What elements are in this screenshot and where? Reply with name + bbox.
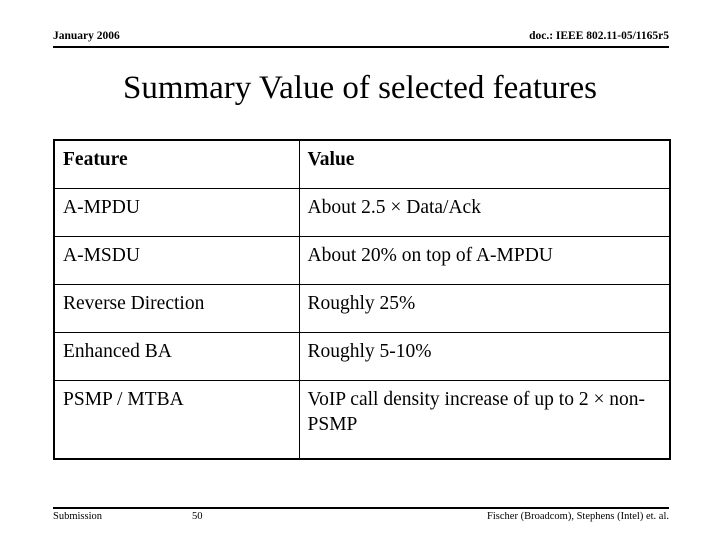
header-document-id: doc.: IEEE 802.11-05/1165r5 (529, 30, 669, 42)
cell-value: Roughly 5-10% (298, 332, 671, 381)
footer-page-number: 50 (192, 511, 203, 522)
table-row: Enhanced BA Roughly 5-10% (53, 332, 671, 381)
page-title: Summary Value of selected features (122, 70, 598, 106)
footer-submission-label: Submission (53, 511, 103, 522)
slide-footer: Submission 50 Fischer (Broadcom), Stephe… (53, 511, 669, 527)
features-table-container: Feature Value A-MPDU About 2.5 × Data/Ac… (53, 139, 671, 460)
table-row: A-MPDU About 2.5 × Data/Ack (53, 188, 671, 237)
footer-divider (53, 507, 669, 509)
cell-feature: Enhanced BA (53, 332, 300, 381)
features-table: Feature Value A-MPDU About 2.5 × Data/Ac… (53, 139, 671, 460)
cell-value: VoIP call density increase of up to 2 × … (298, 380, 671, 460)
cell-value: About 20% on top of A-MPDU (298, 236, 671, 285)
table-row: A-MSDU About 20% on top of A-MPDU (53, 236, 671, 285)
cell-value: About 2.5 × Data/Ack (298, 188, 671, 237)
column-header-feature: Feature (53, 139, 300, 189)
table-row: PSMP / MTBA VoIP call density increase o… (53, 380, 671, 460)
table-row: Reverse Direction Roughly 25% (53, 284, 671, 333)
cell-feature: Reverse Direction (53, 284, 300, 333)
slide: January 2006 doc.: IEEE 802.11-05/1165r5… (0, 0, 720, 540)
cell-value: Roughly 25% (298, 284, 671, 333)
column-header-value: Value (298, 139, 671, 189)
cell-feature: A-MPDU (53, 188, 300, 237)
header-divider (53, 46, 669, 48)
header-date: January 2006 (53, 30, 120, 42)
cell-feature: A-MSDU (53, 236, 300, 285)
footer-authors: Fischer (Broadcom), Stephens (Intel) et.… (487, 511, 669, 522)
cell-feature: PSMP / MTBA (53, 380, 300, 460)
table-header-row: Feature Value (53, 139, 671, 189)
